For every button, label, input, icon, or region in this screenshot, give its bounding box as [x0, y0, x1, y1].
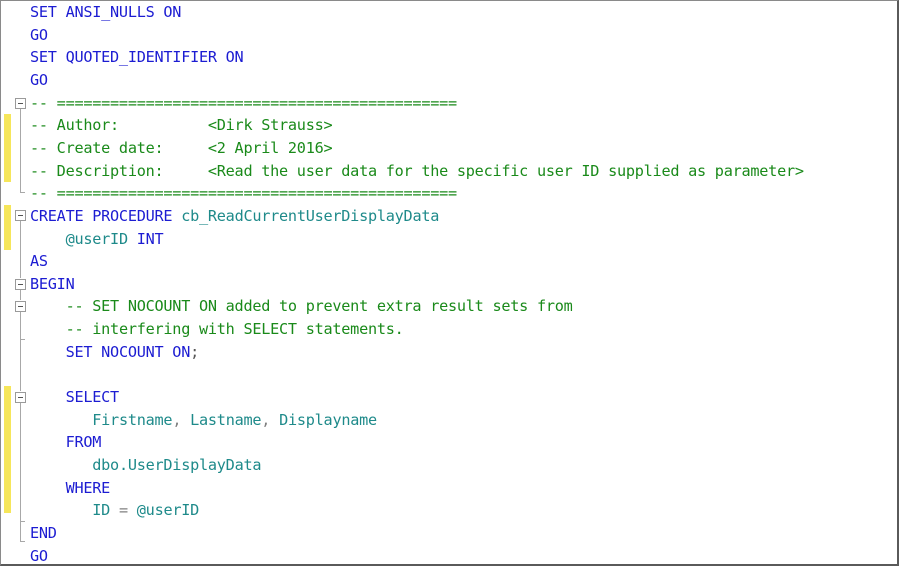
code-token-kw: GO [30, 25, 48, 44]
code-token-cm: -- =====================================… [30, 184, 457, 203]
code-token-cm: -- Description: <Read the user data for … [30, 161, 804, 180]
code-line[interactable]: END [30, 522, 57, 545]
code-token-id: Displayname [279, 410, 377, 429]
fold-end-inner-comment [20, 339, 25, 340]
code-token-id: Firstname [92, 410, 173, 429]
code-line[interactable]: GO [30, 24, 48, 47]
code-line[interactable]: Firstname, Lastname, Displayname [30, 409, 377, 432]
code-line[interactable]: SET ANSI_NULLS ON [30, 1, 181, 24]
code-line[interactable]: -- interfering with SELECT statements. [30, 318, 404, 341]
code-line[interactable]: -- Author: <Dirk Strauss> [30, 114, 333, 137]
code-token-cm: -- Create date: <2 April 2016> [30, 138, 333, 157]
fold-guide-inner [20, 312, 21, 391]
fold-end-procedure [20, 541, 25, 542]
code-token-kw: GO [30, 70, 48, 89]
code-token-id: dbo.UserDisplayData [92, 456, 262, 474]
code-token-cm: -- SET NOCOUNT ON added to prevent extra… [65, 297, 573, 316]
code-token-op: , [172, 410, 182, 429]
fold-guide-begin [20, 290, 21, 300]
collapse-select-icon[interactable] [15, 392, 26, 403]
code-token-kw: SET ANSI_NULLS ON [30, 3, 182, 21]
change-bar-header-comment [4, 114, 11, 182]
code-line[interactable]: AS [30, 250, 48, 273]
code-token-id: @userID [136, 501, 200, 520]
code-token-kw: FROM [65, 433, 102, 452]
code-token-kw: BEGIN [30, 274, 75, 293]
code-token-kw: END [30, 523, 57, 542]
collase-inner-comment-icon[interactable] [15, 301, 26, 312]
code-token-kw: CREATE PROCEDURE [30, 206, 182, 225]
fold-end-comment [20, 192, 25, 193]
code-token-cm: -- Author: <Dirk Strauss> [30, 116, 333, 135]
code-editor-frame: SET ANSI_NULLS ON GO SET QUOTED_IDENTIFIER… [0, 0, 899, 566]
code-line[interactable]: ID = @userID [30, 499, 199, 522]
code-token-id: cb_ReadCurrentUserDisplayData [181, 206, 440, 225]
sql-code-editor[interactable]: SET ANSI_NULLS ON GO SET QUOTED_IDENTIFIER… [1, 1, 897, 567]
code-line[interactable]: -- Description: <Read the user data for … [30, 160, 804, 183]
collapse-begin-icon[interactable] [15, 279, 26, 290]
code-line[interactable]: @userID INT [30, 228, 164, 251]
code-token-kw: AS [30, 252, 48, 271]
code-line[interactable]: CREATE PROCEDURE cb_ReadCurrentUserDispl… [30, 205, 439, 228]
code-line[interactable]: SET NOCOUNT ON; [30, 341, 200, 364]
change-bar-create-procedure [4, 205, 11, 250]
code-token-sym: ; [190, 342, 199, 361]
code-token-kw: SET QUOTED_IDENTIFIER ON [30, 48, 244, 67]
fold-guide-select [20, 403, 21, 521]
collapse-comment-icon[interactable] [15, 98, 26, 109]
code-line[interactable]: dbo.UserDisplayData [30, 454, 261, 477]
code-line[interactable]: -- SET NOCOUNT ON added to prevent extra… [30, 295, 573, 318]
code-token-id: ID [92, 501, 111, 520]
code-line[interactable]: FROM [30, 431, 102, 454]
code-line[interactable]: WHERE [30, 477, 111, 500]
code-line[interactable]: GO [30, 69, 48, 92]
code-line[interactable]: SET QUOTED_IDENTIFIER ON [30, 46, 244, 69]
code-token-op: , [261, 410, 271, 429]
code-token-id: Lastname [190, 410, 262, 429]
code-token-cm: -- =====================================… [30, 93, 457, 112]
code-token-kw: GO [30, 546, 48, 565]
code-line[interactable]: BEGIN [30, 273, 75, 296]
code-token-op: = [118, 501, 128, 520]
code-token-cm: -- interfering with SELECT statements. [65, 320, 404, 339]
code-line[interactable]: -- Create date: <2 April 2016> [30, 137, 333, 160]
code-token-kw: SELECT [65, 388, 120, 407]
collapse-procedure-icon[interactable] [15, 210, 26, 221]
code-line[interactable]: GO [30, 545, 48, 567]
code-token-kw: WHERE [65, 478, 111, 497]
code-line[interactable]: -- =====================================… [30, 92, 457, 115]
code-token-id: @userID [65, 229, 129, 248]
change-bar-select-block [4, 386, 11, 513]
fold-guide-end [20, 521, 21, 541]
fold-guide-procedure [20, 221, 21, 278]
fold-guide-comment [20, 109, 21, 192]
code-token-kw: SET NOCOUNT ON [65, 342, 191, 361]
code-token-kw: INT [136, 229, 164, 248]
code-line[interactable]: -- =====================================… [30, 182, 457, 205]
code-line[interactable]: SELECT [30, 386, 120, 409]
